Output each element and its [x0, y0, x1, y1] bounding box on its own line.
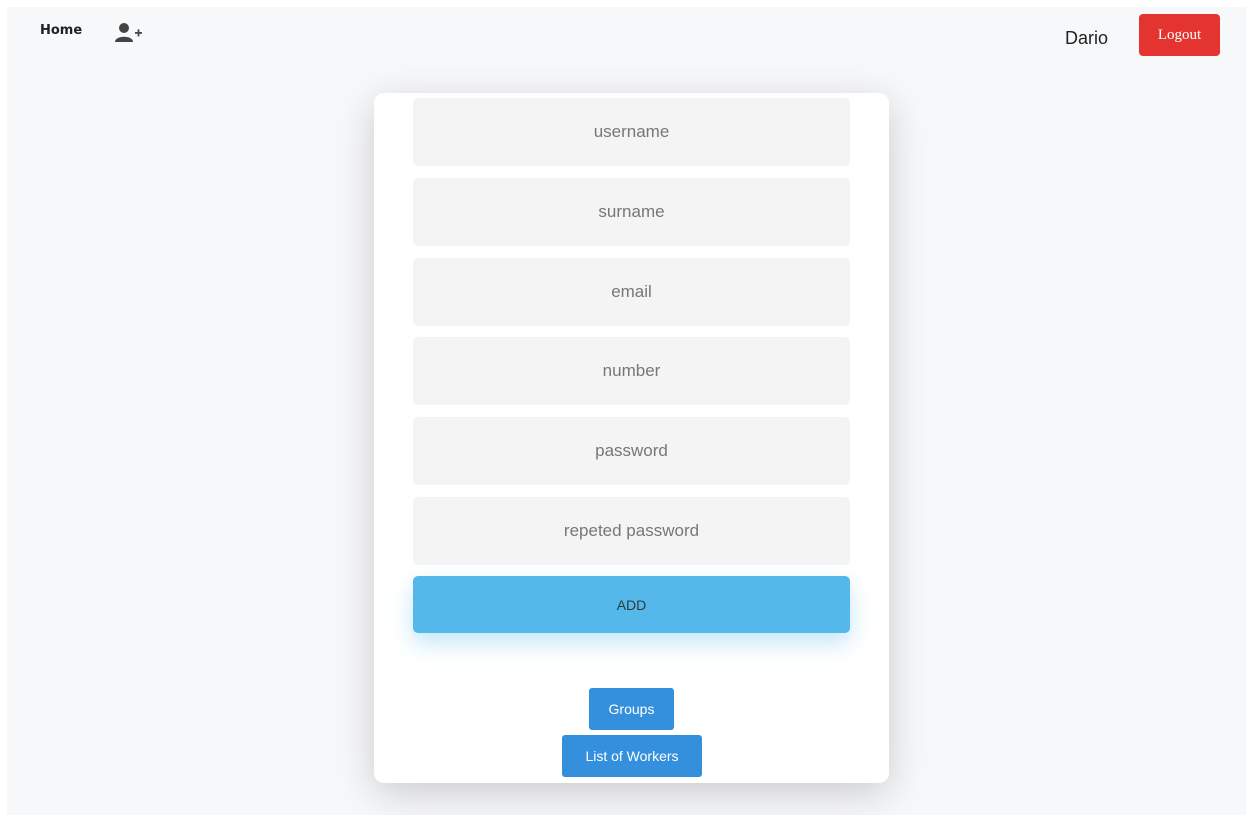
password-field[interactable]: [413, 417, 850, 485]
groups-button[interactable]: Groups: [589, 688, 674, 730]
number-field[interactable]: [413, 337, 850, 405]
list-of-workers-button[interactable]: List of Workers: [562, 735, 702, 777]
home-link[interactable]: Home: [40, 23, 82, 38]
add-worker-form-card: ADD Groups List of Workers: [374, 93, 889, 783]
logout-button[interactable]: Logout: [1139, 14, 1220, 56]
top-navbar: Home Dario Logout: [7, 7, 1246, 67]
email-field[interactable]: [413, 258, 850, 326]
add-button[interactable]: ADD: [413, 576, 850, 633]
username-field[interactable]: [413, 98, 850, 166]
user-plus-icon[interactable]: [114, 22, 144, 44]
surname-field[interactable]: [413, 178, 850, 246]
repeat-password-field[interactable]: [413, 497, 850, 565]
page: Home Dario Logout ADD Groups List of Wor…: [7, 7, 1246, 815]
current-user-name: Dario: [1065, 28, 1109, 48]
